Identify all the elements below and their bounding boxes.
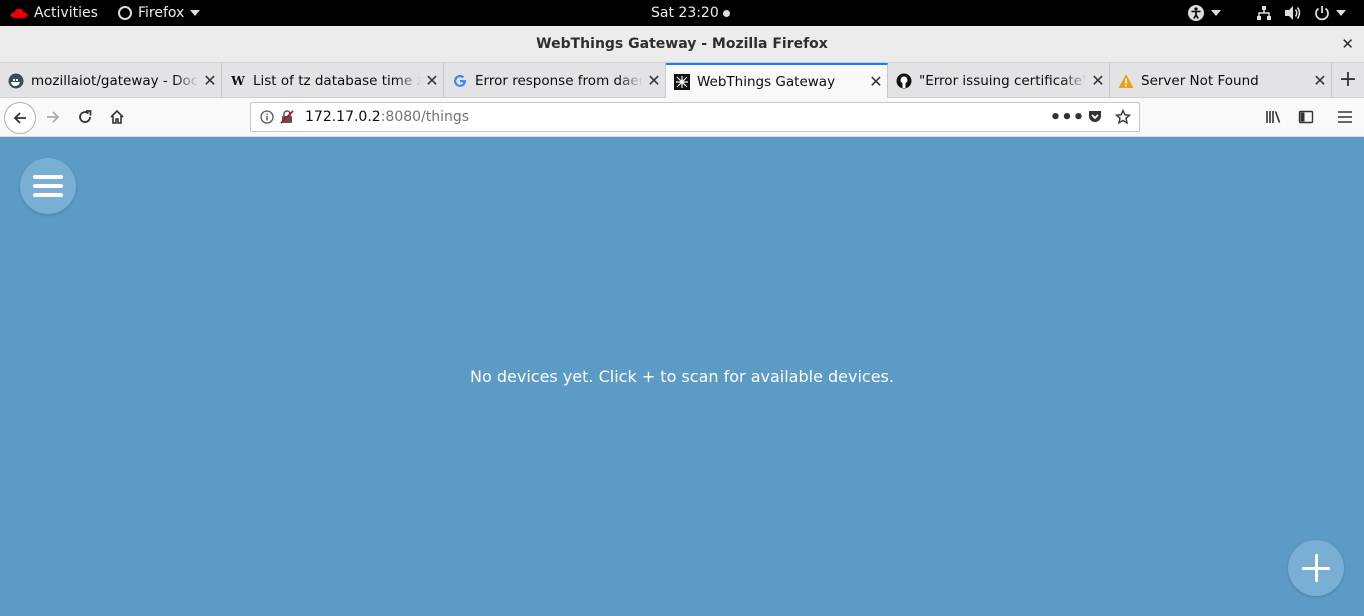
sidebar-icon [1298,110,1314,124]
chevron-down-icon [190,10,201,16]
tab-docker-hub[interactable]: mozillaiot/gateway - Docker Hub ✕ [0,63,222,98]
menu-button[interactable] [1331,103,1359,131]
tab-error-issuing-certificate[interactable]: "Error issuing certificate" ✕ [888,63,1110,98]
github-icon [896,73,912,89]
plus-icon: + [1338,67,1358,92]
tab-label: "Error issuing certificate" [919,72,1087,89]
tab-close-icon[interactable]: ✕ [199,71,221,90]
add-device-button[interactable] [1288,540,1344,596]
clock-label: Sat 23:20 [651,5,719,21]
reload-icon [79,110,92,123]
volume-icon [1285,6,1301,20]
tab-label: mozillaiot/gateway - Docker Hub [31,72,199,89]
tab-close-icon[interactable]: ✕ [643,71,665,90]
menu-bar [33,193,63,197]
url-path: :8080/things [380,109,470,125]
url-text[interactable]: 172.17.0.2:8080/things [305,109,469,125]
new-tab-button[interactable]: + [1332,63,1364,98]
app-menu-label: Firefox [138,5,185,21]
docker-icon [8,73,24,89]
tab-server-not-found[interactable]: Server Not Found ✕ [1110,63,1332,98]
tab-label: List of tz database time zones [253,72,421,89]
menu-bar [33,175,63,179]
tab-strip: mozillaiot/gateway - Docker Hub ✕ W List… [0,63,1364,98]
insecure-lock-icon[interactable] [277,107,297,127]
empty-state-message: No devices yet. Click + to scan for avai… [470,367,894,386]
library-button[interactable] [1260,103,1288,131]
reload-button[interactable] [71,103,99,131]
window-title-bar: WebThings Gateway - Mozilla Firefox ✕ [0,26,1364,63]
back-button[interactable] [4,102,36,134]
activities-button[interactable]: Activities [10,0,98,26]
navigation-bar: 172.17.0.2:8080/things ••• [0,98,1364,137]
main-menu-button[interactable] [20,158,76,214]
pocket-icon[interactable] [1081,107,1109,127]
webthings-icon [674,73,690,90]
activities-label: Activities [34,5,98,21]
wikipedia-icon: W [231,73,245,88]
forward-arrow-icon [47,111,60,123]
network-icon [1257,6,1271,20]
power-icon [1315,6,1329,21]
tab-label: Server Not Found [1141,72,1259,89]
address-bar[interactable]: 172.17.0.2:8080/things ••• [250,102,1140,132]
window-close-icon[interactable]: ✕ [1341,26,1354,63]
warning-icon [1118,73,1134,89]
tab-close-icon[interactable]: ✕ [421,71,443,90]
bookmark-star-icon[interactable] [1109,107,1137,127]
tab-label: WebThings Gateway [697,73,836,90]
url-host: 172.17.0.2 [305,109,381,125]
chevron-down-icon [1211,10,1221,16]
forward-button[interactable] [39,103,67,131]
back-arrow-icon [13,112,26,124]
tab-error-response[interactable]: Error response from daemon ✕ [444,63,666,98]
tab-tz-database[interactable]: W List of tz database time zones ✕ [222,63,444,98]
tab-close-icon[interactable]: ✕ [865,72,887,91]
accessibility-icon [1188,5,1204,21]
firefox-icon [118,6,132,20]
page-actions-icon[interactable]: ••• [1050,107,1085,128]
clock[interactable]: Sat 23:20 [651,0,730,26]
tab-label: Error response from daemon [475,72,643,89]
menu-bar [33,184,63,188]
home-button[interactable] [103,103,131,131]
home-icon [110,109,124,124]
tab-close-icon[interactable]: ✕ [1087,71,1109,90]
site-info-icon[interactable] [257,107,277,127]
system-menu[interactable] [1256,0,1346,26]
app-menu[interactable]: Firefox [118,0,201,26]
system-top-bar: Activities Firefox Sat 23:20 [0,0,1364,26]
tab-webthings-gateway[interactable]: WebThings Gateway ✕ [666,63,888,98]
redhat-icon [10,8,28,19]
tab-close-icon[interactable]: ✕ [1309,71,1331,90]
notification-dot-icon [722,9,730,17]
accessibility-menu[interactable] [1187,0,1221,26]
library-icon [1266,111,1281,123]
hamburger-icon [1338,111,1352,123]
window-title: WebThings Gateway - Mozilla Firefox [536,36,828,52]
sidebar-button[interactable] [1292,103,1320,131]
google-icon [452,73,468,89]
chevron-down-icon [1336,10,1346,16]
